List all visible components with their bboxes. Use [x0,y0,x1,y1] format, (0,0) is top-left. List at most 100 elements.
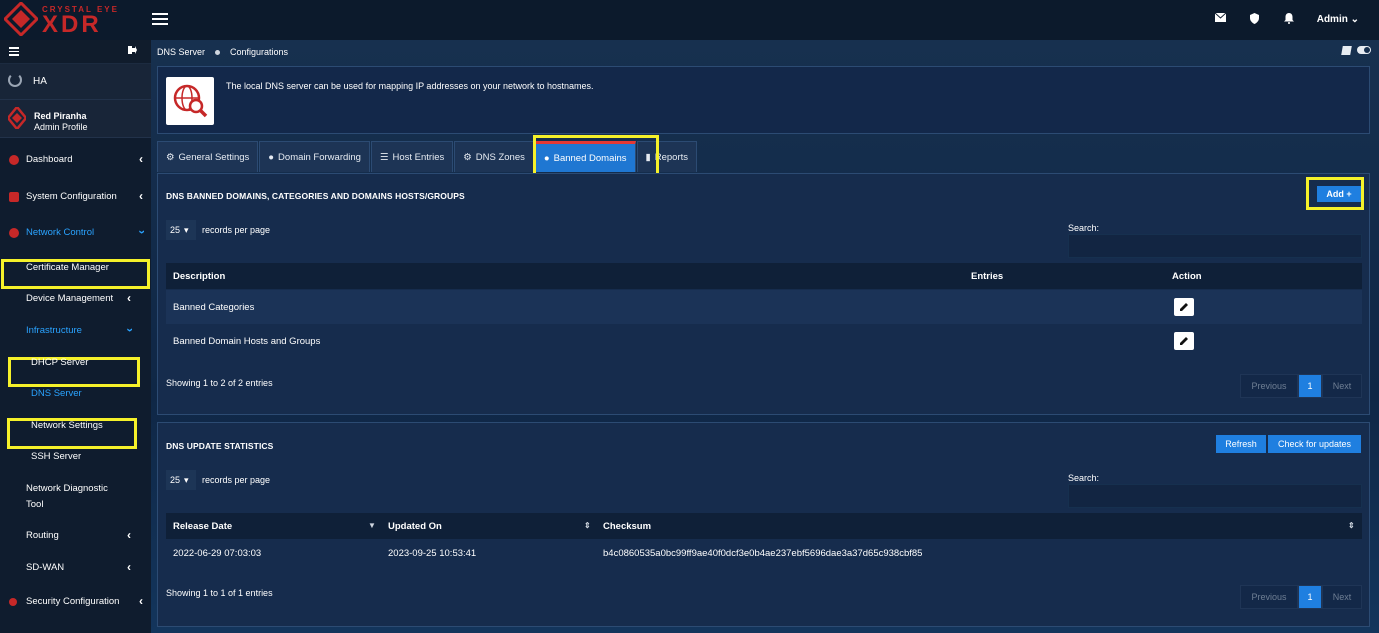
sidebar-item-sd-wan[interactable]: SD-WAN ‹ [0,558,151,578]
column-updated-on[interactable]: Updated On [388,521,442,532]
pager-page[interactable]: 1 [1298,374,1322,398]
sidebar-item-system-configuration[interactable]: System Configuration ‹ [0,187,151,207]
tab-host-entries[interactable]: ☰ Host Entries [370,141,454,172]
dashboard-icon [9,155,19,165]
sort-icon: ⇕ [1348,521,1355,530]
ha-status[interactable]: HA [0,64,151,100]
search-label: Search: [1068,223,1100,233]
user-name: Admin [1316,13,1348,25]
table-row: 2022-06-29 07:03:03 2023-09-25 10:53:41 … [166,539,1362,567]
pager-next[interactable]: Next [1322,585,1362,609]
user-menu[interactable]: Admin ⌄ [1317,14,1359,25]
sidebar-item-label: DHCP Server [31,357,89,368]
column-description[interactable]: Description [173,271,225,282]
table-row: Banned Domain Hosts and Groups [166,324,1362,358]
sidebar-item-label: SSH Server [31,451,82,462]
sort-desc-icon: ▼ [368,521,376,530]
info-box: The local DNS server can be used for map… [157,66,1370,134]
sidebar: HA Red Piranha Admin Profile Dashboard ‹… [0,40,151,633]
power-icon [8,73,22,87]
sidebar-item-label: Tool [26,499,44,510]
bell-icon[interactable] [1283,13,1295,25]
edit-button[interactable] [1174,298,1194,316]
sidebar-item-infrastructure[interactable]: Infrastructure ‹ [0,321,151,341]
brand-logo[interactable]: CRYSTAL EYE XDR [2,0,144,38]
tab-dns-zones[interactable]: ⚙ DNS Zones [454,141,534,172]
row-description: Banned Categories [173,302,255,313]
profile-card[interactable]: Red Piranha Admin Profile [0,100,151,138]
sidebar-item-dhcp-server[interactable]: DHCP Server [0,353,151,373]
sidebar-item-label: Network Diagnostic [26,483,108,494]
tab-domain-forwarding[interactable]: ● Domain Forwarding [259,141,370,172]
banned-domains-panel: DNS BANNED DOMAINS, CATEGORIES AND DOMAI… [157,173,1370,415]
pager-next[interactable]: Next [1322,374,1362,398]
column-checksum[interactable]: Checksum [603,521,651,532]
sidebar-item-label: DNS Server [31,388,82,399]
pager-previous[interactable]: Previous [1240,374,1298,398]
search-input[interactable] [1068,234,1362,258]
sidebar-item-certificate-manager[interactable]: Certificate Manager [0,258,151,278]
dns-globe-icon [166,77,214,125]
sidebar-item-network-settings[interactable]: Network Settings [0,416,151,436]
sidebar-item-network-diagnostic-tool[interactable]: Network Diagnostic Tool [0,479,151,511]
breadcrumb-item[interactable]: DNS Server [157,47,205,57]
select-value: 25 [170,225,181,235]
search-label: Search: [1068,473,1100,483]
sidebar-item-ssh-server[interactable]: SSH Server [0,447,151,467]
menu-toggle-icon[interactable] [152,13,168,25]
sidebar-item-label: Security Configuration [26,596,120,607]
sidebar-item-dashboard[interactable]: Dashboard ‹ [0,150,151,170]
cogs-icon [9,192,19,202]
chevron-left-icon: ‹ [127,291,131,305]
column-entries[interactable]: Entries [971,271,1003,282]
sidebar-item-network-control[interactable]: Network Control ‹ [0,223,151,243]
ha-label: HA [33,76,47,87]
cell-checksum: b4c0860535a0bc99ff9ae40f0dcf3e0b4ae237eb… [603,548,923,559]
sidebar-item-label: Network Settings [31,420,103,431]
cell-updated-on: 2023-09-25 10:53:41 [388,548,477,559]
sidebar-item-device-management[interactable]: Device Management ‹ [0,289,151,309]
sidebar-item-security-configuration[interactable]: Security Configuration ‹ [0,592,151,612]
pagination: Previous 1 Next [1240,585,1362,609]
caret-down-icon: ▾ [184,474,189,485]
records-per-page-select[interactable]: 25 ▾ [166,220,196,240]
records-label: records per page [202,225,271,235]
pager-previous[interactable]: Previous [1240,585,1298,609]
refresh-button[interactable]: Refresh [1216,435,1266,453]
cog-icon: ⚙ [463,151,472,163]
chevron-left-icon: ‹ [139,152,143,166]
globe-icon: ● [268,151,275,163]
sidebar-item-label: Device Management [26,293,114,304]
table-header: Release Date ▼ Updated On ⇕ Checksum ⇕ [166,513,1362,539]
edit-button[interactable] [1174,332,1194,350]
sidebar-item-dns-server[interactable]: DNS Server [0,384,151,404]
pencil-icon [1180,303,1188,311]
highlight-add-button [1306,177,1364,210]
panel-title: DNS BANNED DOMAINS, CATEGORIES AND DOMAI… [166,191,465,201]
sidebar-item-routing[interactable]: Routing ‹ [0,526,151,546]
column-release-date[interactable]: Release Date [173,521,232,532]
chevron-left-icon: ‹ [127,528,131,542]
pager-page[interactable]: 1 [1298,585,1322,609]
dns-update-statistics-panel: DNS UPDATE STATISTICS Refresh Check for … [157,422,1370,627]
mail-icon[interactable] [1214,12,1227,25]
cell-release-date: 2022-06-29 07:03:03 [173,548,262,559]
records-per-page-select[interactable]: 25 ▾ [166,470,196,490]
profile-role: Admin Profile [34,122,88,132]
check-for-updates-button[interactable]: Check for updates [1268,435,1361,453]
column-action[interactable]: Action [1172,271,1202,282]
pencil-icon [1180,337,1188,345]
book-icon[interactable] [1341,46,1352,55]
cogs-icon: ⚙ [166,151,175,163]
brand-emblem-icon [2,0,40,38]
sidebar-toggle-icon[interactable] [9,47,19,58]
toggle-icon[interactable] [1357,46,1371,54]
search-input[interactable] [1068,484,1362,508]
logout-icon[interactable] [128,46,137,56]
main-content: DNS Server Configurations The local DNS … [151,40,1379,633]
shield-icon[interactable] [1249,13,1261,25]
tab-general-settings[interactable]: ⚙ General Settings [157,141,259,172]
panel-title: DNS UPDATE STATISTICS [166,441,274,451]
info-text: The local DNS server can be used for map… [226,81,594,91]
chevron-left-icon: ‹ [127,560,131,574]
